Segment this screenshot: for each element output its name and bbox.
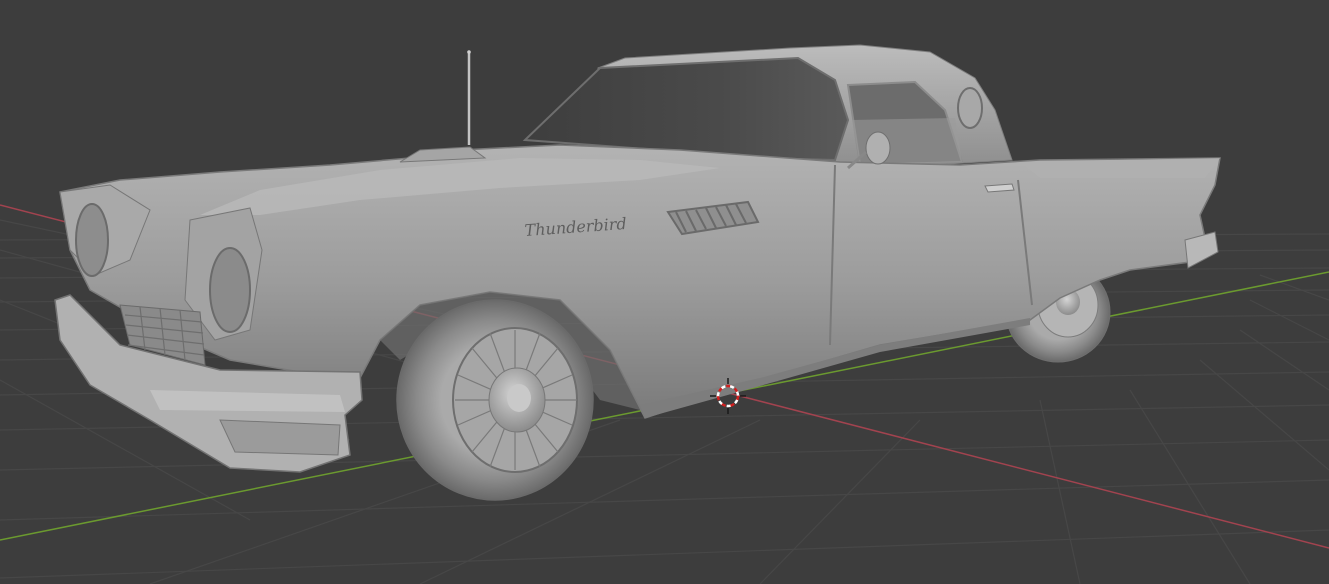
door-handle[interactable] [984,183,1015,193]
windshield [522,56,850,162]
3d-viewport[interactable]: Thunderbird [0,0,1329,584]
porthole-window [957,87,983,129]
left-headlight [75,203,109,277]
viewport-canvas[interactable]: Thunderbird [0,0,1329,584]
side-mirror[interactable] [865,131,891,165]
front-wheel[interactable] [396,299,594,501]
right-headlight [209,247,251,333]
car-model[interactable]: Thunderbird [54,44,1221,501]
